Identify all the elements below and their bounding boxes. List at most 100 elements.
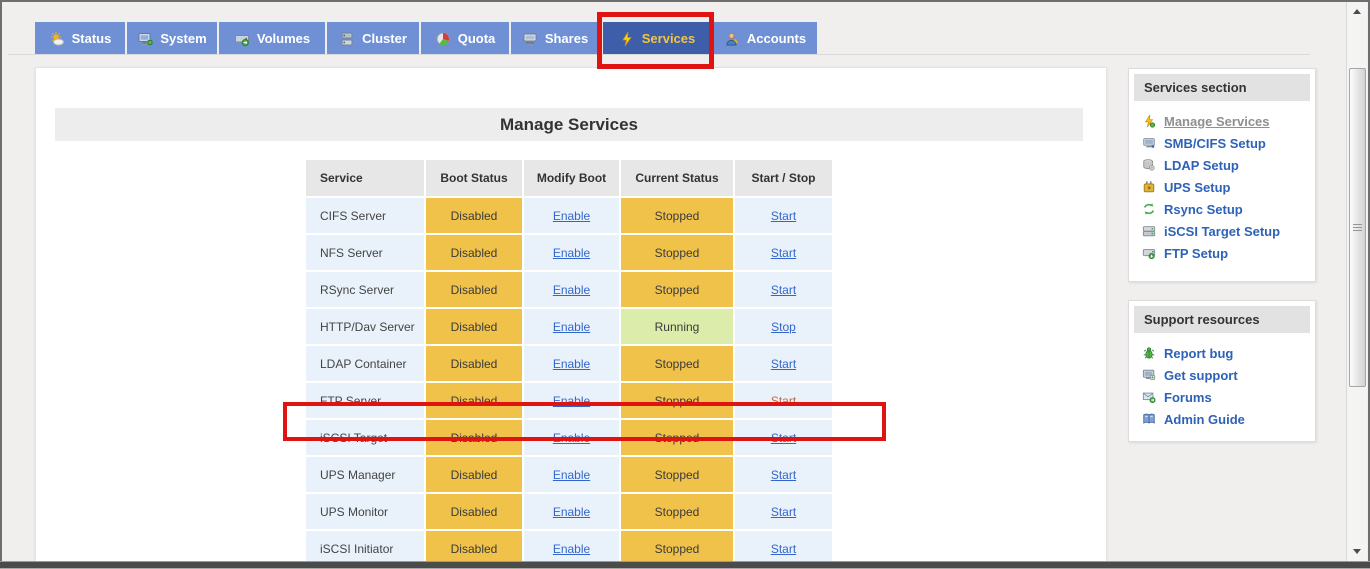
tab-cluster[interactable]: Cluster xyxy=(327,22,419,55)
tab-status[interactable]: Status xyxy=(35,22,125,55)
window-frame-top xyxy=(0,0,1370,2)
modify-boot-link[interactable]: Enable xyxy=(553,542,590,556)
table-row-rsync-server: RSync Server Disabled Enable Stopped Start xyxy=(306,272,832,307)
start-stop-cell: Start xyxy=(735,346,832,381)
boot-status-badge: Disabled xyxy=(426,420,522,455)
sidebar-item-get-support: Get support xyxy=(1141,364,1315,386)
tab-quota[interactable]: Quota xyxy=(421,22,509,55)
modify-boot-cell: Enable xyxy=(524,272,619,307)
action-link[interactable]: Start xyxy=(771,209,796,223)
sidebar-link-ldap-setup[interactable]: LDAP Setup xyxy=(1164,158,1239,173)
support-resources-links: Report bug Get support Forums Admin Guide xyxy=(1129,342,1315,430)
tab-services[interactable]: Services xyxy=(603,22,711,55)
sidebar-item-ups-setup: UPS Setup xyxy=(1141,176,1315,198)
modify-boot-link[interactable]: Enable xyxy=(553,283,590,297)
modify-boot-cell: Enable xyxy=(524,420,619,455)
start-stop-cell: Start xyxy=(735,272,832,307)
table-row-ldap-container: LDAP Container Disabled Enable Stopped Start xyxy=(306,346,832,381)
action-link[interactable]: Start xyxy=(771,283,796,297)
sidebar-item-smb-cifs-setup: SMB/CIFS Setup xyxy=(1141,132,1315,154)
column-header-start-stop: Start / Stop xyxy=(735,160,832,196)
table-row-ftp-server: FTP Server Disabled Enable Stopped Start xyxy=(306,383,832,418)
action-link[interactable]: Start xyxy=(771,505,796,519)
main-content-panel: Manage Services Service Boot Status Modify… xyxy=(35,67,1107,562)
scrollbar-thumb[interactable] xyxy=(1349,68,1366,387)
scroll-up-button[interactable] xyxy=(1347,4,1367,19)
start-stop-cell: Start xyxy=(735,420,832,455)
sidebar-link-ftp-setup[interactable]: FTP Setup xyxy=(1164,246,1228,261)
report-bug-icon xyxy=(1141,346,1156,360)
ups-icon xyxy=(1141,180,1156,194)
current-status-badge: Stopped xyxy=(621,457,733,492)
tab-strip-divider xyxy=(8,54,1310,55)
tab-label: Shares xyxy=(544,31,589,46)
scroll-down-button[interactable] xyxy=(1347,544,1367,559)
vertical-scrollbar[interactable] xyxy=(1346,2,1367,561)
modify-boot-cell: Enable xyxy=(524,457,619,492)
current-status-badge: Running xyxy=(621,309,733,344)
boot-status-badge: Disabled xyxy=(426,235,522,270)
service-name-cell: iSCSI Target xyxy=(306,420,424,455)
modify-boot-link[interactable]: Enable xyxy=(553,505,590,519)
sidebar-link-report-bug[interactable]: Report bug xyxy=(1164,346,1233,361)
tab-volumes[interactable]: Volumes xyxy=(219,22,325,55)
column-header-current-status: Current Status xyxy=(621,160,733,196)
modify-boot-link[interactable]: Enable xyxy=(553,357,590,371)
modify-boot-link[interactable]: Enable xyxy=(553,209,590,223)
sidebar-item-manage-services: Manage Services xyxy=(1141,110,1315,132)
sidebar-link-manage-services[interactable]: Manage Services xyxy=(1164,114,1270,129)
modify-boot-cell: Enable xyxy=(524,383,619,418)
current-status-badge: Stopped xyxy=(621,531,733,562)
current-status-badge: Stopped xyxy=(621,272,733,307)
modify-boot-cell: Enable xyxy=(524,198,619,233)
support-resources-title: Support resources xyxy=(1134,306,1310,333)
scroll-up-icon xyxy=(1353,9,1361,14)
ldap-icon xyxy=(1141,158,1156,172)
action-link[interactable]: Start xyxy=(771,246,796,260)
action-link[interactable]: Stop xyxy=(771,320,796,334)
sidebar-item-report-bug: Report bug xyxy=(1141,342,1315,364)
modify-boot-link[interactable]: Enable xyxy=(553,468,590,482)
tab-label: Services xyxy=(641,31,696,46)
table-row-iscsi-target: iSCSI Target Disabled Enable Stopped Start xyxy=(306,420,832,455)
sidebar-link-rsync-setup[interactable]: Rsync Setup xyxy=(1164,202,1243,217)
sidebar-link-get-support[interactable]: Get support xyxy=(1164,368,1238,383)
page-title: Manage Services xyxy=(55,108,1083,141)
action-link[interactable]: Start xyxy=(771,542,796,556)
shares-icon xyxy=(522,31,538,47)
service-name-cell: iSCSI Initiator xyxy=(306,531,424,562)
tab-system[interactable]: System xyxy=(127,22,217,55)
modify-boot-cell: Enable xyxy=(524,346,619,381)
service-name-cell: HTTP/Dav Server xyxy=(306,309,424,344)
sidebar-link-smb-cifs-setup[interactable]: SMB/CIFS Setup xyxy=(1164,136,1266,151)
boot-status-badge: Disabled xyxy=(426,198,522,233)
table-row-ups-manager: UPS Manager Disabled Enable Stopped Start xyxy=(306,457,832,492)
tab-accounts[interactable]: Accounts xyxy=(713,22,817,55)
modify-boot-link[interactable]: Enable xyxy=(553,320,590,334)
sidebar-link-iscsi-target-setup[interactable]: iSCSI Target Setup xyxy=(1164,224,1280,239)
boot-status-badge: Disabled xyxy=(426,383,522,418)
tab-shares[interactable]: Shares xyxy=(511,22,599,55)
volumes-icon xyxy=(234,31,250,47)
modify-boot-link[interactable]: Enable xyxy=(553,431,590,445)
action-link[interactable]: Start xyxy=(771,357,796,371)
start-stop-cell: Start xyxy=(735,457,832,492)
sidebar-link-forums[interactable]: Forums xyxy=(1164,390,1212,405)
sidebar-link-admin-guide[interactable]: Admin Guide xyxy=(1164,412,1245,427)
window-frame-bottom xyxy=(0,561,1370,568)
services-section-panel: Services section Manage Services SMB/CIFS… xyxy=(1128,68,1316,282)
modify-boot-cell: Enable xyxy=(524,309,619,344)
column-header-modify-boot: Modify Boot xyxy=(524,160,619,196)
action-link[interactable]: Start xyxy=(771,431,796,445)
tab-label: Status xyxy=(71,31,112,46)
forums-icon xyxy=(1141,390,1156,404)
modify-boot-link[interactable]: Enable xyxy=(553,394,590,408)
cluster-icon xyxy=(339,31,355,47)
current-status-badge: Stopped xyxy=(621,420,733,455)
smb-icon xyxy=(1141,136,1156,150)
action-link[interactable]: Start xyxy=(771,468,796,482)
sidebar-link-ups-setup[interactable]: UPS Setup xyxy=(1164,180,1230,195)
service-name-cell: LDAP Container xyxy=(306,346,424,381)
tab-label: Cluster xyxy=(362,31,407,46)
modify-boot-link[interactable]: Enable xyxy=(553,246,590,260)
